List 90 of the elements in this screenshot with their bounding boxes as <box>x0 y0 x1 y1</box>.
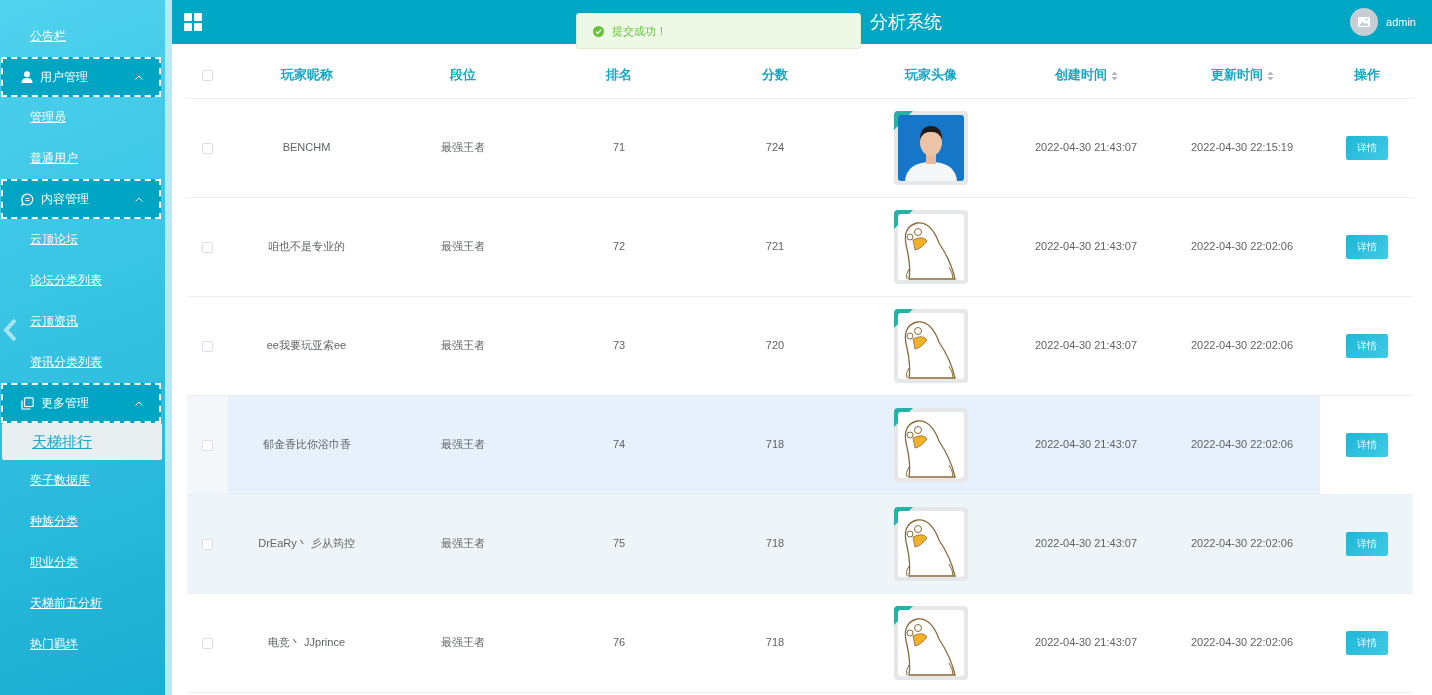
detail-button[interactable]: 详情 <box>1345 531 1388 556</box>
table-cell: 电竞丶 JJprince <box>268 636 345 649</box>
caret-up-icon <box>135 400 143 406</box>
table-cell: 2022-04-30 22:15:19 <box>1190 141 1294 154</box>
column-header[interactable]: 更新时间 <box>1210 67 1263 82</box>
menu-group-header[interactable]: 更多管理 <box>1 383 161 423</box>
table-cell: 71 <box>612 141 626 154</box>
row-checkbox[interactable] <box>202 637 213 649</box>
row-checkbox[interactable] <box>202 142 213 154</box>
column-header: 分数 <box>762 67 788 82</box>
table-cell: 721 <box>765 240 785 253</box>
caret-up-icon <box>135 74 143 80</box>
sidebar-item[interactable]: 天梯排行 <box>2 423 162 460</box>
table-cell: 2022-04-30 21:43:07 <box>1034 339 1138 352</box>
table-cell: 74 <box>612 438 626 451</box>
caret-up-icon <box>135 196 143 202</box>
column-header: 玩家昵称 <box>280 67 333 82</box>
table-cell: 75 <box>612 537 626 550</box>
detail-button[interactable]: 详情 <box>1345 432 1388 457</box>
column-header: 段位 <box>450 67 476 82</box>
table-cell: 最强王者 <box>441 339 485 352</box>
table-cell: 2022-04-30 21:43:07 <box>1034 636 1138 649</box>
table-cell: 2022-04-30 21:43:07 <box>1034 240 1138 253</box>
sidebar-item[interactable]: 资讯分类列表 <box>0 342 165 383</box>
row-checkbox[interactable] <box>202 241 213 253</box>
detail-button[interactable]: 详情 <box>1345 135 1388 160</box>
sidebar-item[interactable]: 职业分类 <box>0 542 165 583</box>
row-checkbox[interactable] <box>202 439 213 451</box>
table-cell: 最强王者 <box>441 141 485 154</box>
sidebar-item[interactable]: 奕子数据库 <box>0 460 165 501</box>
sidebar-item[interactable]: 天梯前五分析 <box>0 583 165 624</box>
sort-icon[interactable] <box>1266 70 1274 81</box>
menu-group-label: 用户管理 <box>40 69 88 86</box>
table-cell: ee我要玩亚索ee <box>266 339 347 352</box>
sidebar-item[interactable]: 论坛分类列表 <box>0 260 165 301</box>
column-header: 排名 <box>606 67 632 82</box>
sidebar-item[interactable]: 管理员 <box>0 97 165 138</box>
sidebar-item[interactable]: 热门羁绊 <box>0 624 165 665</box>
table-cell: 咱也不是专业的 <box>268 240 345 253</box>
table-cell: 2022-04-30 22:02:06 <box>1190 636 1294 649</box>
check-icon <box>593 25 604 37</box>
menu-group-label: 内容管理 <box>41 191 89 208</box>
toast-message: 提交成功！ <box>612 23 667 39</box>
sidebar-item[interactable]: 公告栏 <box>0 16 165 57</box>
sidebar-item[interactable]: 种族分类 <box>0 501 165 542</box>
table-cell: 2022-04-30 22:02:06 <box>1190 537 1294 550</box>
column-header: 操作 <box>1353 67 1380 82</box>
table-cell: 2022-04-30 21:43:07 <box>1034 141 1138 154</box>
user-icon <box>21 71 33 83</box>
sidebar-item[interactable]: 普通用户 <box>0 138 165 179</box>
sort-icon[interactable] <box>1110 70 1118 81</box>
menu-group-label: 更多管理 <box>41 395 89 412</box>
table-cell: DrEaRy丶 彡从筠控 <box>258 537 355 550</box>
table-cell: 718 <box>765 537 785 550</box>
row-checkbox[interactable] <box>202 538 213 550</box>
avatar-icon[interactable] <box>1350 8 1379 36</box>
table-cell: 最强王者 <box>441 438 485 451</box>
table-cell: 718 <box>765 636 785 649</box>
table-cell: 郁金香比你浴巾香 <box>262 438 351 451</box>
detail-button[interactable]: 详情 <box>1345 333 1388 358</box>
menu-group-header[interactable]: 用户管理 <box>1 57 161 97</box>
row-checkbox[interactable] <box>202 340 213 352</box>
table-cell: BENCHM <box>282 141 331 154</box>
table-cell: 最强王者 <box>441 240 485 253</box>
table-cell: 2022-04-30 21:43:07 <box>1034 438 1138 451</box>
chat-icon <box>21 192 34 206</box>
table-cell: 2022-04-30 21:43:07 <box>1034 537 1138 550</box>
sidebar-item[interactable]: 云顶论坛 <box>0 219 165 260</box>
table-cell: 最强王者 <box>441 636 485 649</box>
detail-button[interactable]: 详情 <box>1345 630 1388 655</box>
column-header[interactable]: 创建时间 <box>1054 67 1107 82</box>
table-cell: 718 <box>765 438 785 451</box>
table-cell: 724 <box>765 141 785 154</box>
sidebar-item[interactable]: 云顶资讯 <box>0 301 165 342</box>
table-cell: 73 <box>612 339 626 352</box>
table-cell: 72 <box>612 240 626 253</box>
table-cell: 76 <box>612 636 626 649</box>
app-title: 分析系统 <box>870 10 942 34</box>
table-cell: 2022-04-30 22:02:06 <box>1190 438 1294 451</box>
table-cell: 2022-04-30 22:02:06 <box>1190 240 1294 253</box>
menu-group-header[interactable]: 内容管理 <box>1 179 161 219</box>
select-all-checkbox[interactable] <box>202 70 213 82</box>
table-cell: 720 <box>765 339 785 352</box>
grid-menu-icon[interactable] <box>184 13 202 31</box>
detail-button[interactable]: 详情 <box>1345 234 1388 259</box>
table-cell: 最强王者 <box>441 537 485 550</box>
table-cell: 2022-04-30 22:02:06 <box>1190 339 1294 352</box>
column-header: 玩家头像 <box>904 67 957 82</box>
copy-icon <box>21 396 34 410</box>
user-name[interactable]: admin <box>1386 13 1416 31</box>
